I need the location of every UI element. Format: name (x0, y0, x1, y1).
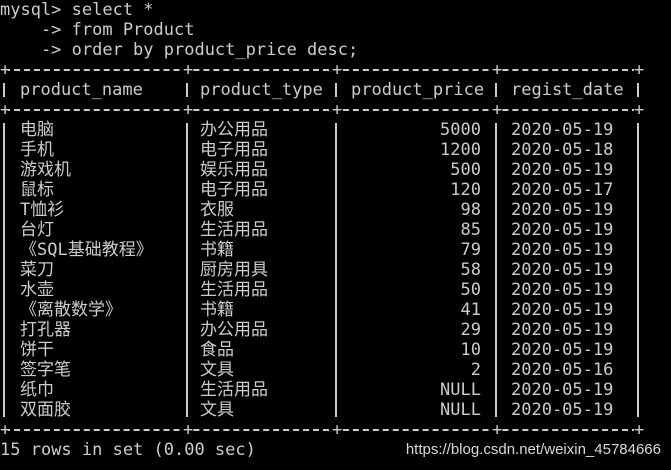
table-cell: 2020-05-19 (511, 400, 614, 420)
border-corner: + (634, 100, 645, 120)
column-separator (3, 83, 5, 97)
border-corner: + (183, 100, 194, 120)
table-cell: 饼干 (20, 340, 54, 360)
table-cell: 厨房用具 (200, 260, 268, 280)
table-cell: 书籍 (200, 240, 234, 260)
table-cell: 办公用品 (200, 320, 268, 340)
table-cell: 2020-05-18 (511, 140, 614, 160)
table-cell: 2020-05-19 (511, 260, 614, 280)
column-separator (335, 123, 337, 417)
column-separator (495, 83, 497, 97)
column-separator (495, 123, 497, 417)
table-cell: 生活用品 (200, 280, 268, 300)
border-corner: + (183, 60, 194, 80)
table-cell: NULL (440, 380, 481, 400)
border-corner: + (332, 60, 343, 80)
column-separator (3, 123, 5, 417)
column-header: regist_date (511, 80, 624, 100)
table-cell: 2020-05-19 (511, 340, 614, 360)
column-separator (637, 123, 639, 417)
column-separator (186, 83, 188, 97)
table-cell: 120 (450, 180, 481, 200)
table-cell: 98 (460, 200, 481, 220)
table-cell: 纸巾 (20, 380, 54, 400)
table-cell: 娱乐用品 (200, 160, 268, 180)
table-cell: 1200 (440, 140, 481, 160)
table-top-border: + + + + + (0, 60, 644, 80)
table-cell: 鼠标 (20, 180, 54, 200)
table-bottom-border: + + + + + (0, 420, 644, 440)
table-cell: 衣服 (200, 200, 234, 220)
column-separator (335, 83, 337, 97)
table-cell: 书籍 (200, 300, 234, 320)
table-cell: 500 (450, 160, 481, 180)
table-cell: 电子用品 (200, 180, 268, 200)
command-line-2: -> from Product (0, 20, 195, 40)
table-cell: 台灯 (20, 220, 54, 240)
table-cell: 2020-05-17 (511, 180, 614, 200)
table-cell: 2 (470, 360, 481, 380)
watermark: https://blog.csdn.net/weixin_45784666 (405, 441, 661, 458)
table-cell: 58 (460, 260, 481, 280)
table-cell: 生活用品 (200, 380, 268, 400)
table-cell: 41 (460, 300, 481, 320)
table-cell: 2020-05-19 (511, 240, 614, 260)
table-cell: 2020-05-19 (511, 300, 614, 320)
border-corner: + (492, 420, 503, 440)
table-cell: 50 (460, 280, 481, 300)
border-corner: + (183, 420, 194, 440)
result-summary: 15 rows in set (0.00 sec) (0, 440, 256, 460)
border-corner: + (332, 420, 343, 440)
command-line-1: mysql> select * (0, 0, 154, 20)
terminal-window: mysql> select * -> from Product -> order… (0, 0, 671, 470)
border-corner: + (634, 60, 645, 80)
table-cell: 文具 (200, 360, 234, 380)
column-header: product_price (351, 80, 485, 100)
table-cell: NULL (440, 400, 481, 420)
border-corner: + (332, 100, 343, 120)
border-corner: + (0, 60, 11, 80)
table-cell: 85 (460, 220, 481, 240)
table-cell: 5000 (440, 120, 481, 140)
table-cell: 食品 (200, 340, 234, 360)
command-line-3: -> order by product_price desc; (0, 40, 359, 60)
table-cell: 文具 (200, 400, 234, 420)
border-corner: + (492, 60, 503, 80)
table-cell: 2020-05-19 (511, 200, 614, 220)
table-cell: 2020-05-19 (511, 120, 614, 140)
table-cell: 《SQL基础教程》 (20, 240, 153, 260)
column-header: product_type (200, 80, 323, 100)
column-separator (186, 123, 188, 417)
table-cell: 2020-05-16 (511, 360, 614, 380)
table-cell: 手机 (20, 140, 54, 160)
table-cell: T恤衫 (20, 200, 65, 220)
border-corner: + (492, 100, 503, 120)
table-header-border: + + + + + (0, 100, 644, 120)
border-corner: + (0, 100, 11, 120)
table-cell: 生活用品 (200, 220, 268, 240)
table-cell: 2020-05-19 (511, 220, 614, 240)
table-cell: 办公用品 (200, 120, 268, 140)
column-separator (637, 83, 639, 97)
table-cell: 2020-05-19 (511, 320, 614, 340)
table-cell: 79 (460, 240, 481, 260)
table-cell: 双面胶 (20, 400, 71, 420)
border-corner: + (634, 420, 645, 440)
table-cell: 电脑 (20, 120, 54, 140)
table-cell: 电子用品 (200, 140, 268, 160)
table-cell: 水壶 (20, 280, 54, 300)
table-cell: 打孔器 (20, 320, 71, 340)
column-header: product_name (20, 80, 143, 100)
table-cell: 2020-05-19 (511, 280, 614, 300)
table-cell: 29 (460, 320, 481, 340)
table-cell: 10 (460, 340, 481, 360)
border-corner: + (0, 420, 11, 440)
table-cell: 菜刀 (20, 260, 54, 280)
table-cell: 2020-05-19 (511, 160, 614, 180)
table-cell: 签字笔 (20, 360, 71, 380)
table-cell: 2020-05-19 (511, 380, 614, 400)
table-cell: 《离散数学》 (20, 300, 122, 320)
table-cell: 游戏机 (20, 160, 71, 180)
